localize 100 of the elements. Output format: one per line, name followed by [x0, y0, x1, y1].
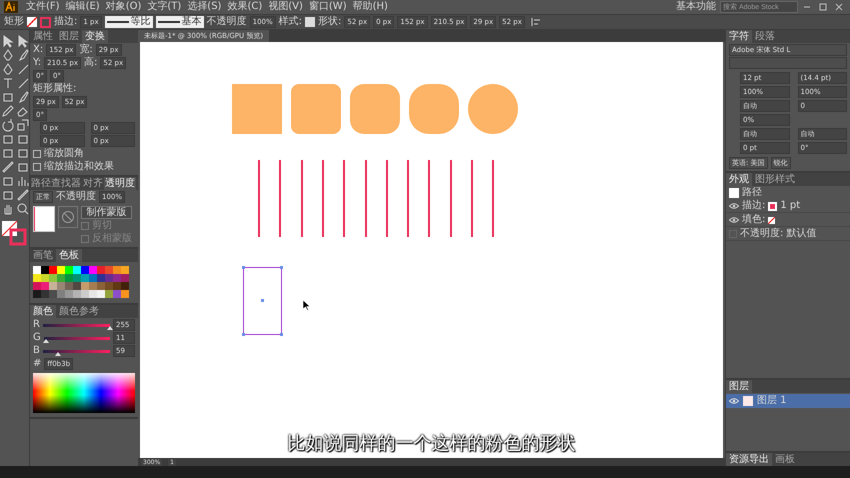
pen-icon[interactable] [1, 48, 15, 62]
panel-tab[interactable]: 透明度 [104, 177, 136, 190]
color-swatch[interactable] [33, 290, 41, 298]
color-swatch[interactable] [73, 274, 81, 282]
eye-icon[interactable] [729, 398, 739, 404]
chart-icon[interactable] [16, 174, 30, 188]
color-swatch[interactable] [89, 290, 97, 298]
color-swatch[interactable] [81, 266, 89, 274]
color-swatch[interactable] [113, 282, 121, 290]
workspace-switcher[interactable]: 基本功能 [674, 1, 718, 13]
color-swatch[interactable] [89, 274, 97, 282]
color-swatch[interactable] [57, 274, 65, 282]
layer-row[interactable]: 图层 1 [726, 394, 850, 408]
menu-item[interactable]: 窗口(W) [306, 1, 349, 13]
pen-icon[interactable] [1, 62, 15, 76]
color-swatch[interactable] [49, 282, 57, 290]
color-swatch[interactable] [33, 282, 41, 290]
color-swatch[interactable] [97, 266, 105, 274]
menu-item[interactable]: 编辑(E) [64, 1, 102, 13]
color-swatch[interactable] [81, 282, 89, 290]
color-swatch[interactable] [105, 282, 113, 290]
slider-thumb[interactable] [43, 338, 50, 342]
fill-swatch[interactable] [27, 17, 37, 27]
color-swatch[interactable] [57, 290, 65, 298]
panel-tab[interactable]: 变换 [82, 30, 108, 43]
brush-dropdown[interactable]: 基本 [156, 16, 204, 28]
color-swatch[interactable] [97, 290, 105, 298]
eyedropper-icon[interactable] [16, 188, 30, 202]
color-swatch[interactable] [41, 290, 49, 298]
color-swatch[interactable] [73, 266, 81, 274]
color-swatch[interactable] [65, 266, 73, 274]
menu-item[interactable]: 选择(S) [185, 1, 224, 13]
panel-tab[interactable]: 色板 [56, 249, 82, 262]
scale-icon[interactable] [16, 118, 30, 132]
eye-icon[interactable] [729, 217, 739, 223]
text-icon[interactable] [1, 76, 15, 90]
eye-icon[interactable] [729, 203, 739, 209]
color-swatch[interactable] [97, 274, 105, 282]
color-swatch[interactable] [33, 266, 41, 274]
color-swatch[interactable] [113, 266, 121, 274]
style-swatch[interactable] [305, 17, 316, 27]
brush-icon[interactable] [16, 48, 30, 62]
color-swatch[interactable] [81, 290, 89, 298]
color-swatch[interactable] [105, 290, 113, 298]
stroke-swatch[interactable] [40, 16, 51, 28]
checkbox[interactable] [33, 150, 41, 158]
menu-item[interactable]: 文字(T) [145, 1, 184, 13]
color-swatch[interactable] [73, 290, 81, 298]
stroke-profile-dropdown[interactable]: 等比 [104, 16, 153, 28]
panel-tab[interactable]: 图层 [726, 380, 752, 393]
menu-item[interactable]: 视图(V) [266, 1, 305, 13]
panel-tab[interactable]: 颜色 [30, 305, 56, 318]
menu-item[interactable]: 文件(F) [24, 1, 62, 13]
color-swatch[interactable] [121, 266, 129, 274]
menu-item[interactable]: 效果(C) [225, 1, 264, 13]
color-swatch[interactable] [41, 282, 49, 290]
color-swatch[interactable] [97, 282, 105, 290]
menu-item[interactable]: 帮助(H) [350, 1, 390, 13]
color-swatch[interactable] [49, 274, 57, 282]
brush-icon[interactable] [16, 90, 30, 104]
panel-tab[interactable]: 属性 [30, 30, 56, 43]
color-swatch[interactable] [113, 290, 121, 298]
panel-tab[interactable]: 段落 [752, 30, 778, 43]
eyedropper-icon[interactable] [1, 160, 15, 174]
panel-tab[interactable]: 画笔 [30, 249, 56, 262]
color-spectrum[interactable] [33, 373, 135, 413]
color-swatch[interactable] [89, 266, 97, 274]
font-style-dropdown[interactable] [729, 57, 847, 69]
color-swatch[interactable] [105, 266, 113, 274]
panel-tab[interactable]: 颜色参考 [56, 305, 102, 318]
color-swatch[interactable] [41, 274, 49, 282]
line-icon[interactable] [16, 76, 30, 90]
checkbox[interactable] [33, 163, 41, 171]
panel-tab[interactable]: 画板 [772, 453, 798, 466]
color-swatch[interactable] [105, 274, 113, 282]
panel-tab[interactable]: 对齐 [82, 177, 104, 190]
color-swatch[interactable] [65, 290, 73, 298]
line-icon[interactable] [16, 62, 30, 76]
panel-tab[interactable]: 外观 [726, 173, 752, 186]
menu-item[interactable]: 对象(O) [104, 1, 144, 13]
rotate-icon[interactable] [1, 118, 15, 132]
panel-tab[interactable]: 资源导出 [726, 453, 772, 466]
arrow-icon[interactable] [16, 34, 30, 48]
color-swatch[interactable] [33, 274, 41, 282]
color-swatch[interactable] [89, 282, 97, 290]
color-swatch[interactable] [49, 266, 57, 274]
color-swatch[interactable] [57, 266, 65, 274]
fill-swatch[interactable] [768, 216, 776, 224]
pencil-icon[interactable] [1, 104, 15, 118]
arrow-icon[interactable] [1, 34, 15, 48]
panel-tab[interactable]: 图层 [56, 30, 82, 43]
selected-rectangle[interactable] [243, 267, 282, 335]
color-swatch[interactable] [57, 282, 65, 290]
color-swatch[interactable] [73, 282, 81, 290]
color-swatch[interactable] [41, 266, 49, 274]
color-swatch[interactable] [121, 282, 129, 290]
color-swatch[interactable] [113, 274, 121, 282]
shape-label[interactable]: 形状: [318, 16, 342, 28]
make-mask-button[interactable]: 制作蒙版 [81, 206, 132, 219]
panel-tab[interactable]: 字符 [726, 30, 752, 43]
